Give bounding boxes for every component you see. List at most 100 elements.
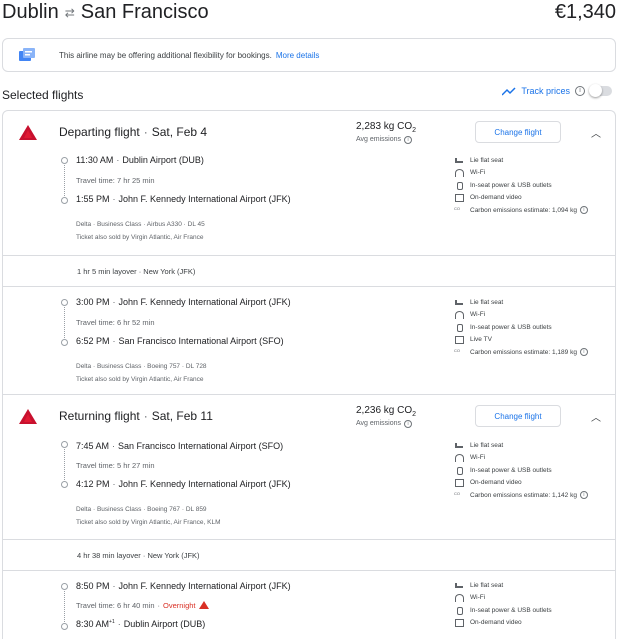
arrival-row: 1:55 PM · John F. Kennedy International Ai… <box>76 194 291 204</box>
route-title: Dublin ⇄ San Francisco <box>2 1 209 24</box>
returning-flight-card: Returning flight · Sat, Feb 11 2,236 kg CO… <box>2 394 616 639</box>
flight-segment: 3:00 PM · John F. Kennedy International Ai… <box>3 291 615 395</box>
leg-date: Sat, Feb 11 <box>151 409 213 423</box>
flight-details: Delta · Business Class · Boeing 757 · DL… <box>76 363 207 370</box>
leg-title: Departing flight · Sat, Feb 4 <box>59 125 208 139</box>
flight-segment: 7:45 AM · San Francisco International Airp… <box>3 435 615 539</box>
flexibility-notice: This airline may be offering additional … <box>2 38 616 72</box>
amenities-list: Lie flat seat Wi-Fi In-seat power & USB … <box>454 296 615 359</box>
ticket-sold-by: Ticket also sold by Virgin Atlantic, Air… <box>76 519 221 526</box>
flight-details: Delta · Business Class · Boeing 767 · DL… <box>76 506 207 513</box>
wifi-icon <box>455 311 464 320</box>
travel-time: Travel time: 6 hr 52 min <box>76 318 155 327</box>
co2-icon <box>454 491 463 499</box>
video-icon <box>455 194 464 203</box>
arrival-row: 4:12 PM · John F. Kennedy International Ai… <box>76 479 291 489</box>
info-icon[interactable]: i <box>579 491 588 500</box>
change-flight-button[interactable]: Change flight <box>475 405 561 427</box>
departure-row: 7:45 AM · San Francisco International Airp… <box>76 441 284 451</box>
info-icon[interactable]: i <box>404 420 413 428</box>
amenity-item: Wi-Fi <box>455 167 615 180</box>
departure-row: 3:00 PM · John F. Kennedy International Ai… <box>76 297 291 307</box>
overnight-label: Overnight <box>163 601 196 610</box>
track-prices[interactable]: Track prices i <box>502 84 612 97</box>
power-icon <box>455 606 463 615</box>
notice-text: This airline may be offering additional … <box>59 50 272 60</box>
segment-timeline <box>61 299 68 349</box>
departing-header: Departing flight · Sat, Feb 4 2,283 kg CO2… <box>3 111 615 153</box>
amenity-item: In-seat power & USB outlets <box>455 464 615 477</box>
layover-row: 4 hr 38 min layover · New York (JFK) <box>3 539 615 571</box>
avg-emissions: Avg emissions i <box>356 420 413 428</box>
amenity-item: Carbon emissions estimate: 1,094 kgi <box>454 204 615 217</box>
power-icon <box>455 323 463 332</box>
power-icon <box>455 181 463 190</box>
chevron-up-icon[interactable]: ︿ <box>591 125 601 140</box>
amenities-list: Lie flat seat Wi-Fi In-seat power & USB … <box>454 154 615 217</box>
avg-emissions: Avg emissions i <box>356 136 413 144</box>
amenity-item: Lie flat seat <box>455 296 615 309</box>
change-flight-button[interactable]: Change flight <box>475 121 561 143</box>
destination-city: San Francisco <box>80 1 209 23</box>
amenity-item: Lie flat seat <box>455 439 615 452</box>
travel-time: Travel time: 5 hr 27 min <box>76 461 155 470</box>
co2-icon <box>454 206 463 214</box>
co2-total: 2,283 kg CO2 <box>356 121 417 134</box>
info-icon[interactable]: i <box>404 136 413 144</box>
amenity-item: Wi-Fi <box>455 309 615 322</box>
leg-date: Sat, Feb 4 <box>151 125 208 139</box>
info-icon[interactable]: i <box>579 348 588 357</box>
amenity-item: Carbon emissions estimate: 1,142 kgi <box>454 489 615 502</box>
info-icon[interactable]: i <box>579 206 588 215</box>
amenity-item: In-seat power & USB outlets <box>455 179 615 192</box>
wifi-icon <box>455 594 464 603</box>
origin-city: Dublin <box>2 1 59 23</box>
flight-segment: 8:50 PM · John F. Kennedy International Ai… <box>3 575 615 639</box>
swap-arrows-icon: ⇄ <box>64 5 75 20</box>
amenity-item: Lie flat seat <box>455 579 615 592</box>
delta-logo <box>19 125 37 140</box>
leg-title: Returning flight · Sat, Feb 11 <box>59 409 213 423</box>
warning-icon <box>198 601 209 609</box>
trending-up-icon <box>502 86 516 96</box>
amenities-list: Lie flat seat Wi-Fi In-seat power & USB … <box>455 579 615 629</box>
selected-flights-heading: Selected flights <box>2 88 84 102</box>
amenity-item: On-demand video <box>455 192 615 205</box>
chevron-up-icon[interactable]: ︿ <box>591 409 601 424</box>
segment-timeline <box>61 583 68 633</box>
next-day-marker: +1 <box>109 619 115 625</box>
seat-icon <box>455 157 463 163</box>
amenity-item: Wi-Fi <box>455 592 615 605</box>
leg-label: Departing flight <box>59 125 140 139</box>
flight-segment: 11:30 AM · Dublin Airport (DUB) Travel tim… <box>3 151 615 255</box>
video-icon <box>455 479 464 488</box>
delta-logo <box>19 409 37 424</box>
flex-booking-icon <box>19 48 35 61</box>
tv-icon <box>455 336 464 345</box>
trip-header: Dublin ⇄ San Francisco €1,340 <box>0 0 622 26</box>
travel-time: Travel time: 6 hr 40 min · Overnight <box>76 601 209 610</box>
travel-time: Travel time: 7 hr 25 min <box>76 176 155 185</box>
amenity-item: In-seat power & USB outlets <box>455 321 615 334</box>
info-icon[interactable]: i <box>575 86 585 96</box>
ticket-sold-by: Ticket also sold by Virgin Atlantic, Air… <box>76 376 204 383</box>
video-icon <box>455 619 464 628</box>
amenities-list: Lie flat seat Wi-Fi In-seat power & USB … <box>454 439 615 502</box>
flight-details: Delta · Business Class · Airbus A330 · D… <box>76 221 205 228</box>
track-prices-toggle[interactable] <box>589 84 612 97</box>
arrival-row: 8:30 AM+1 · Dublin Airport (DUB) <box>76 619 206 629</box>
seat-icon <box>455 299 463 305</box>
departure-row: 8:50 PM · John F. Kennedy International Ai… <box>76 581 291 591</box>
ticket-sold-by: Ticket also sold by Virgin Atlantic, Air… <box>76 234 204 241</box>
track-prices-label: Track prices <box>521 86 570 96</box>
amenity-item: On-demand video <box>455 477 615 490</box>
amenity-item: Wi-Fi <box>455 452 615 465</box>
co2-icon <box>454 348 463 356</box>
more-details-link[interactable]: More details <box>276 51 320 60</box>
amenity-item: Carbon emissions estimate: 1,189 kgi <box>454 346 615 359</box>
wifi-icon <box>455 169 464 178</box>
seat-icon <box>455 582 463 588</box>
leg-label: Returning flight <box>59 409 140 423</box>
amenity-item: On-demand video <box>455 617 615 630</box>
co2-total: 2,236 kg CO2 <box>356 405 417 418</box>
